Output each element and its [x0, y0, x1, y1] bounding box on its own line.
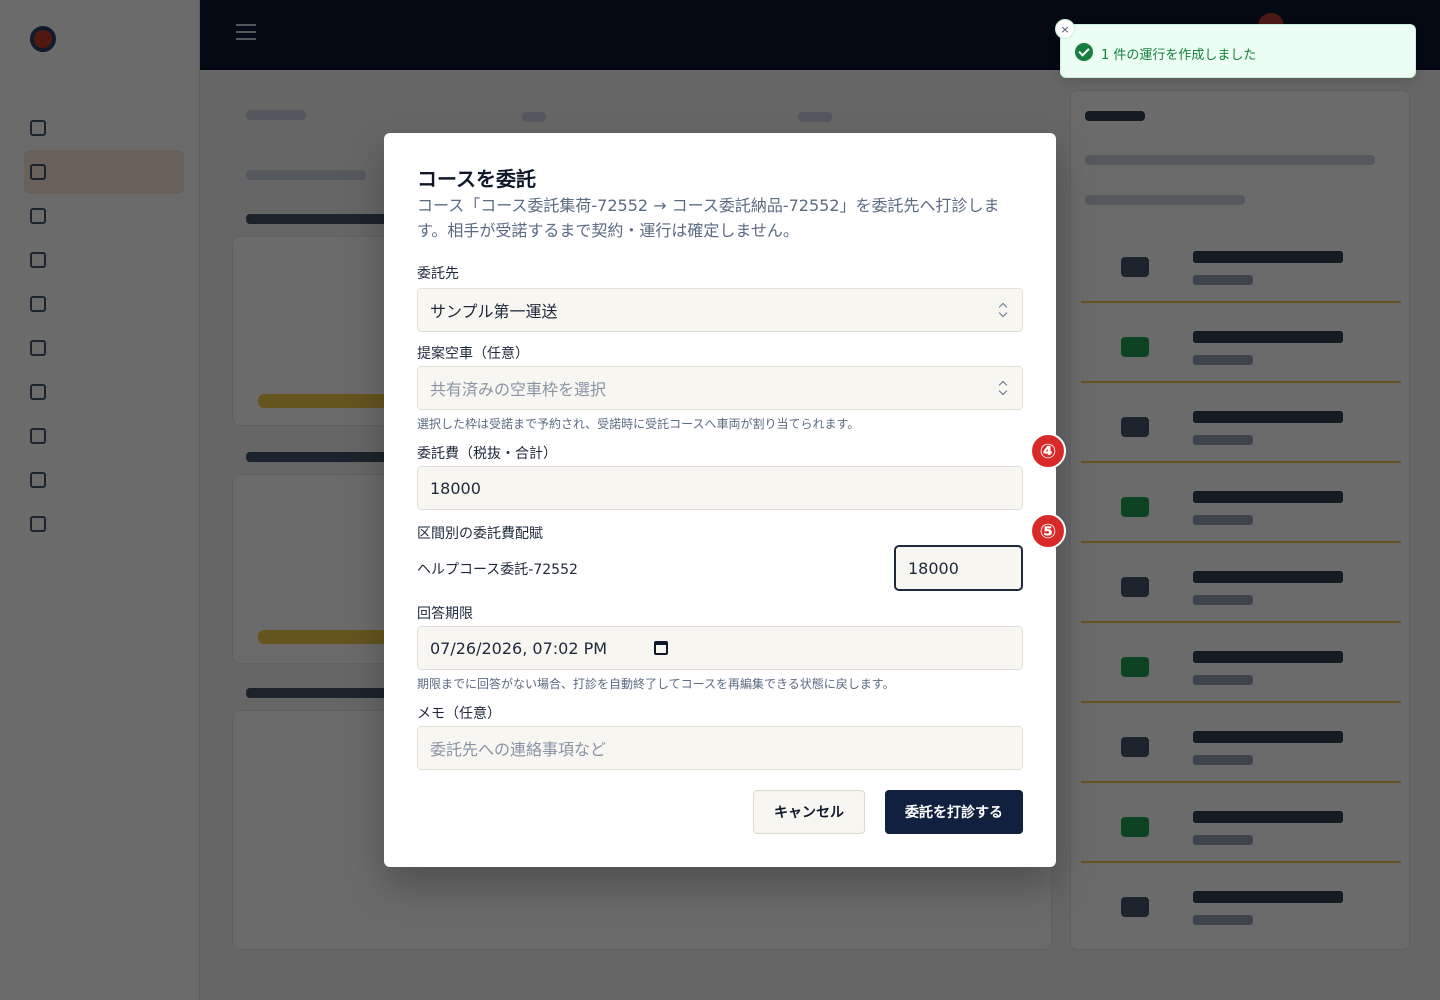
- contractor-value: サンプル第一運送: [430, 302, 558, 321]
- contractor-label: 委託先: [417, 266, 459, 282]
- segment-fee-value: 18000: [908, 558, 959, 578]
- dialog-description: コース「コース委託集荷-72552 → コース委託納品-72552」を委託先へ打…: [417, 196, 1000, 240]
- submit-delegation-button[interactable]: 委託を打診する: [885, 790, 1023, 834]
- success-toast: 1 件の運行を作成しました ×: [1055, 19, 1416, 78]
- segment-name: ヘルプコース委託-72552: [417, 562, 578, 578]
- deadline-input[interactable]: 07/26/2026, 07:02 PM: [417, 626, 1023, 670]
- chevron-up-down-icon: [998, 380, 1008, 396]
- contractor-select[interactable]: サンプル第一運送: [417, 288, 1023, 332]
- vehicle-placeholder: 共有済みの空車枠を選択: [430, 380, 607, 399]
- step-badge-4: ④: [1030, 433, 1066, 469]
- deadline-label: 回答期限: [417, 606, 473, 622]
- cancel-button[interactable]: キャンセル: [753, 790, 865, 834]
- toast-message: 1 件の運行を作成しました: [1101, 48, 1257, 63]
- memo-input[interactable]: 委託先への連絡事項など: [417, 726, 1023, 770]
- vehicle-hint: 選択した枠は受諾まで予約され、受諾時に受託コースへ車両が割り当てられます。: [417, 417, 860, 431]
- vehicle-select[interactable]: 共有済みの空車枠を選択: [417, 366, 1023, 410]
- deadline-hint: 期限までに回答がない場合、打診を自動終了してコースを再編集できる状態に戻します。: [417, 677, 895, 691]
- dialog-title: コースを委託: [417, 167, 536, 191]
- segment-allocation-label: 区間別の委託費配賦: [417, 526, 543, 542]
- close-icon[interactable]: ×: [1055, 19, 1075, 39]
- segment-fee-input[interactable]: 18000: [894, 545, 1023, 591]
- delegate-course-dialog: コースを委託 コース「コース委託集荷-72552 → コース委託納品-72552…: [384, 133, 1056, 867]
- chevron-up-down-icon: [998, 302, 1008, 318]
- fee-label: 委託費（税抜・合計）: [417, 446, 557, 462]
- fee-value: 18000: [430, 478, 481, 498]
- check-circle-icon: [1075, 43, 1093, 61]
- deadline-value: 07/26/2026, 07:02 PM: [430, 638, 608, 658]
- fee-input[interactable]: 18000: [417, 466, 1023, 510]
- calendar-icon[interactable]: [654, 641, 668, 655]
- memo-placeholder: 委託先への連絡事項など: [430, 740, 607, 759]
- memo-label: メモ（任意）: [417, 706, 501, 722]
- step-badge-5: ⑤: [1030, 513, 1066, 549]
- vehicle-label: 提案空車（任意）: [417, 346, 529, 362]
